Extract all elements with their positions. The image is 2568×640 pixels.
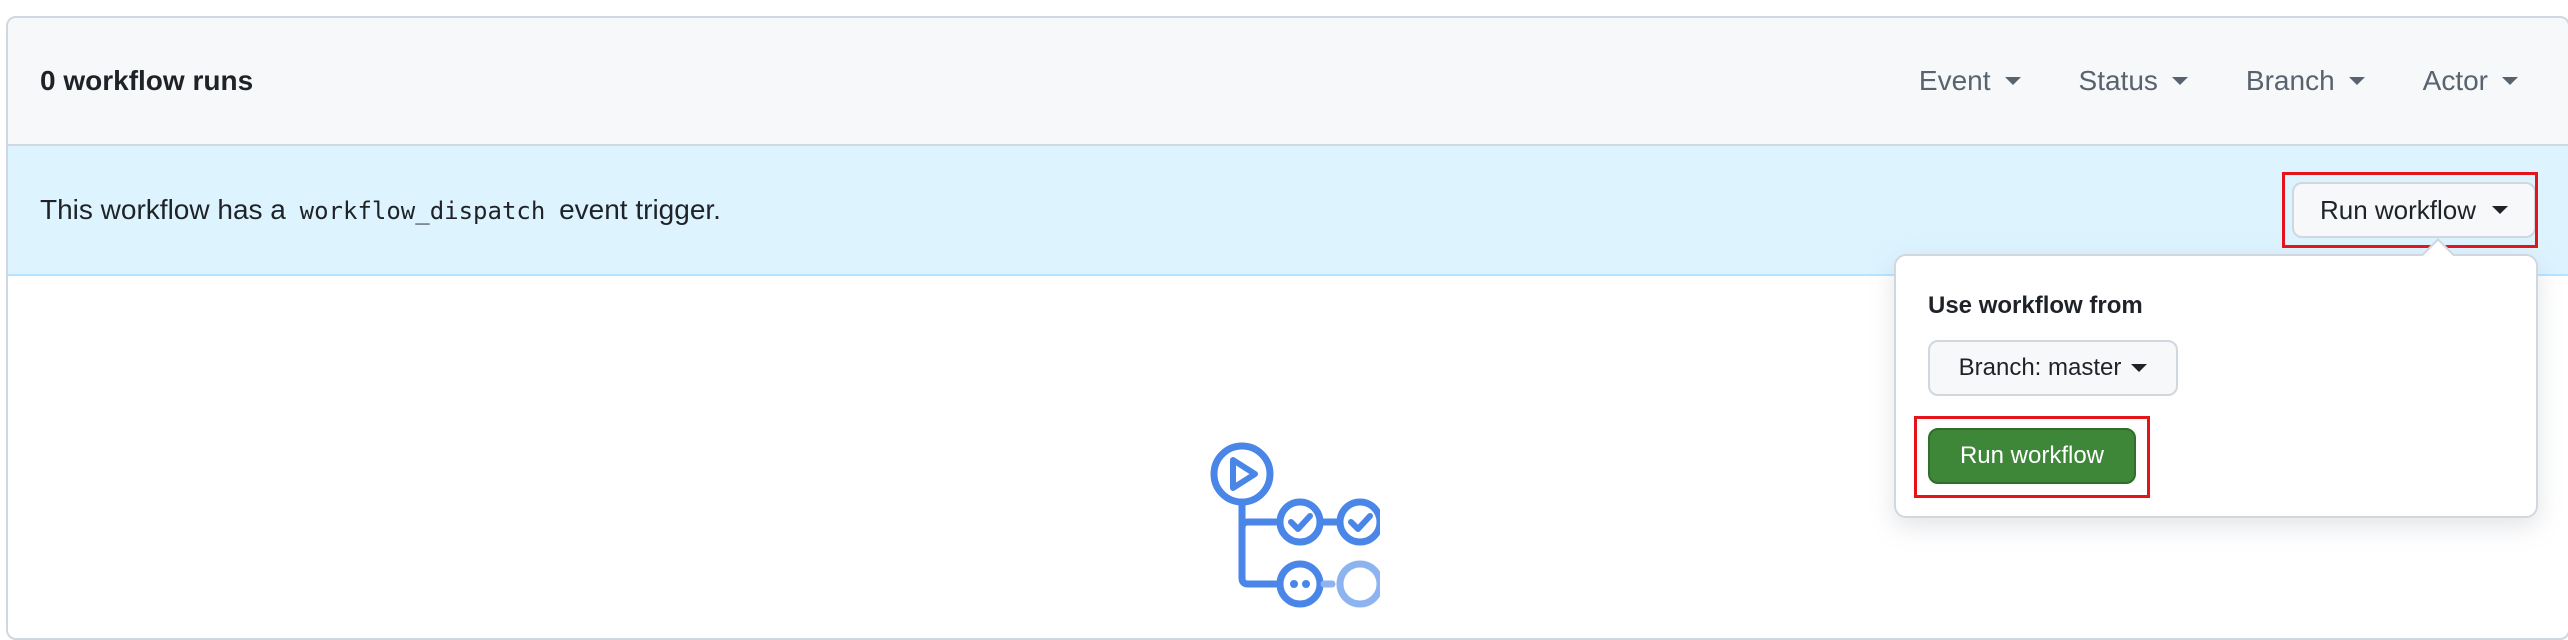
runs-header: 0 workflow runs Event Status Branch Acto… <box>8 18 2568 146</box>
status-filter-label: Status <box>2078 65 2158 96</box>
notice-text-prefix: This workflow has a <box>40 194 286 225</box>
actor-filter-label: Actor <box>2422 65 2488 96</box>
filters-bar: Event Status Branch Actor <box>1919 65 2536 97</box>
runs-count: 0 workflow runs <box>40 65 254 96</box>
notice-text: This workflow has a workflow_dispatch ev… <box>40 194 721 226</box>
branch-filter-label: Branch <box>2245 65 2335 96</box>
chevron-down-icon <box>2502 77 2518 85</box>
highlight-box-run-toggle <box>2282 172 2538 248</box>
chevron-down-icon <box>2171 77 2188 85</box>
branch-filter[interactable]: Branch <box>2246 65 2365 97</box>
chevron-down-icon <box>2348 77 2365 85</box>
status-filter[interactable]: Status <box>2079 65 2188 97</box>
event-filter-label: Event <box>1918 65 1991 96</box>
notice-text-suffix: event trigger. <box>559 194 721 225</box>
highlight-box-run-submit <box>1914 416 2150 498</box>
use-workflow-from-label: Use workflow from <box>1928 292 2143 319</box>
actor-filter[interactable]: Actor <box>2423 65 2518 97</box>
branch-select-button[interactable]: Branch: master <box>1928 340 2178 396</box>
chevron-down-icon <box>2004 77 2021 85</box>
event-filter[interactable]: Event <box>1919 65 2021 97</box>
branch-select-label: Branch: master <box>1958 354 2122 381</box>
github-actions-workflow-icon <box>1210 442 1380 608</box>
trigger-code: workflow_dispatch <box>299 197 546 225</box>
chevron-down-icon <box>2131 364 2148 372</box>
